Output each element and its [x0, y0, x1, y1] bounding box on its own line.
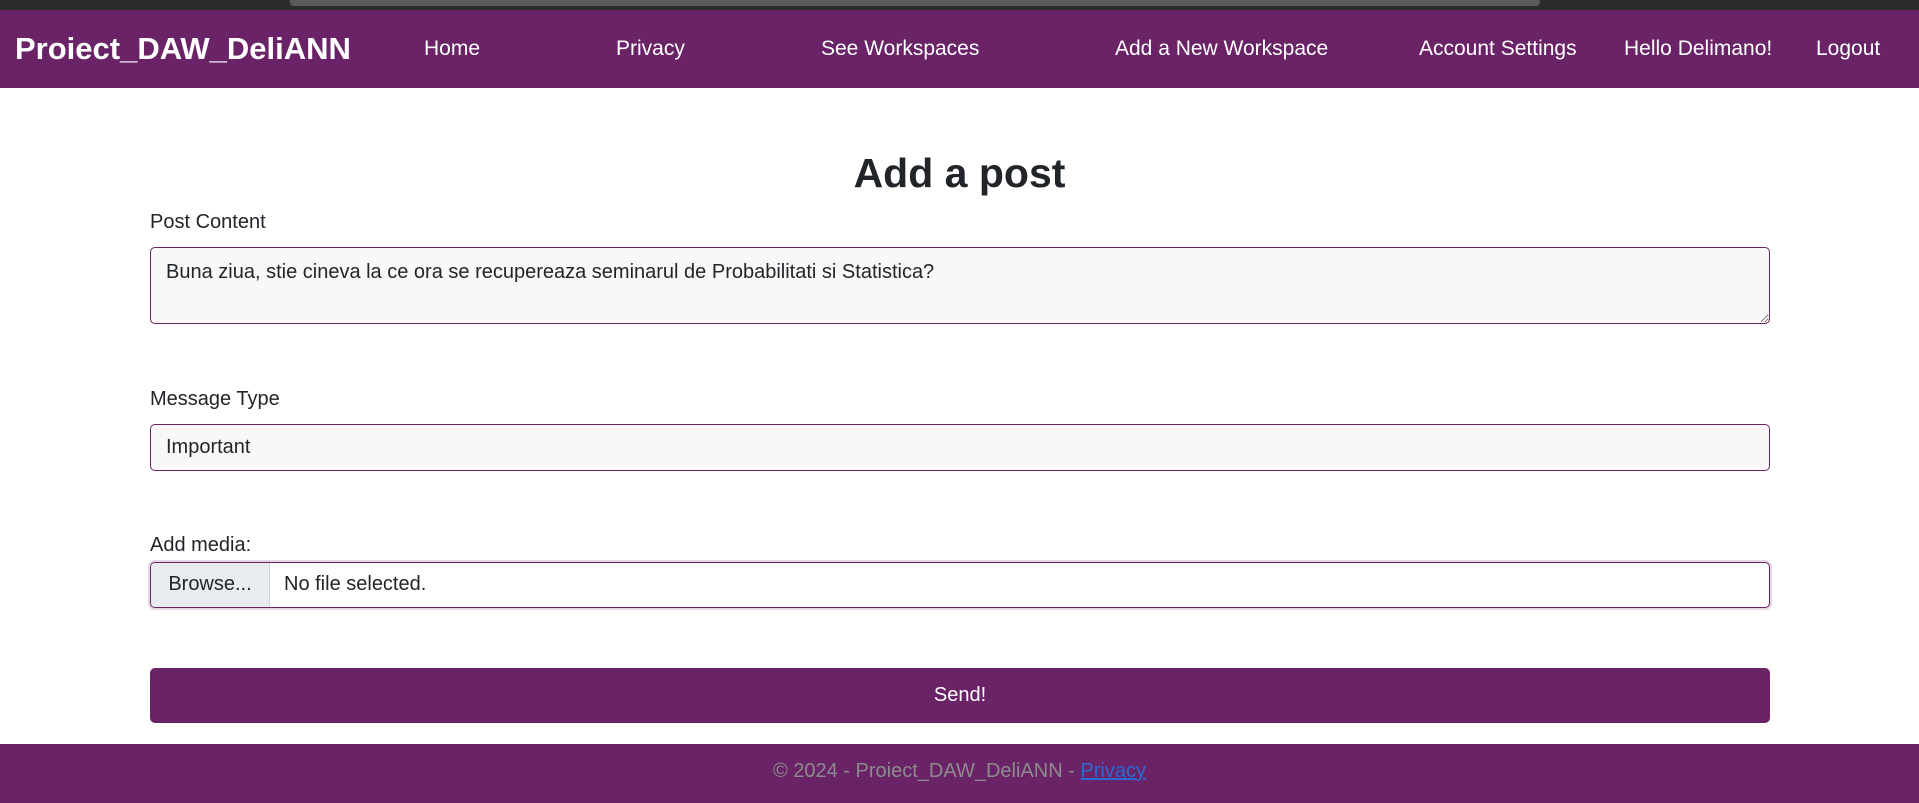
message-type-select[interactable]: Important — [150, 424, 1770, 471]
nav-hello-user[interactable]: Hello Delimano! — [1624, 10, 1772, 88]
page-title: Add a post — [853, 150, 1066, 196]
top-scrollbar[interactable] — [290, 0, 1540, 6]
message-type-label: Message Type — [150, 388, 280, 410]
nav-logout[interactable]: Logout — [1816, 10, 1880, 88]
file-status-text: No file selected. — [284, 573, 427, 595]
brand-link[interactable]: Proiect_DAW_DeliANN — [15, 10, 351, 88]
nav-add-workspace[interactable]: Add a New Workspace — [1115, 10, 1328, 88]
media-file-input[interactable]: Browse... No file selected. — [150, 562, 1770, 608]
nav-home[interactable]: Home — [424, 10, 480, 88]
nav-see-workspaces[interactable]: See Workspaces — [821, 10, 979, 88]
send-button[interactable]: Send! — [150, 668, 1770, 723]
browse-button[interactable]: Browse... — [151, 563, 270, 607]
browser-top-strip — [0, 0, 1919, 10]
nav-privacy[interactable]: Privacy — [616, 10, 685, 88]
add-media-label: Add media: — [150, 534, 252, 556]
nav-account-settings[interactable]: Account Settings — [1419, 10, 1577, 88]
post-content-label: Post Content — [150, 211, 266, 233]
footer: © 2024 - Proiect_DAW_DeliANN - Privacy — [0, 744, 1919, 803]
navbar: Proiect_DAW_DeliANN Home Privacy See Wor… — [0, 10, 1919, 88]
footer-privacy-link[interactable]: Privacy — [1080, 760, 1146, 782]
post-content-textarea[interactable]: Buna ziua, stie cineva la ce ora se recu… — [150, 247, 1770, 324]
footer-copyright: © 2024 - Proiect_DAW_DeliANN - — [773, 760, 1081, 782]
